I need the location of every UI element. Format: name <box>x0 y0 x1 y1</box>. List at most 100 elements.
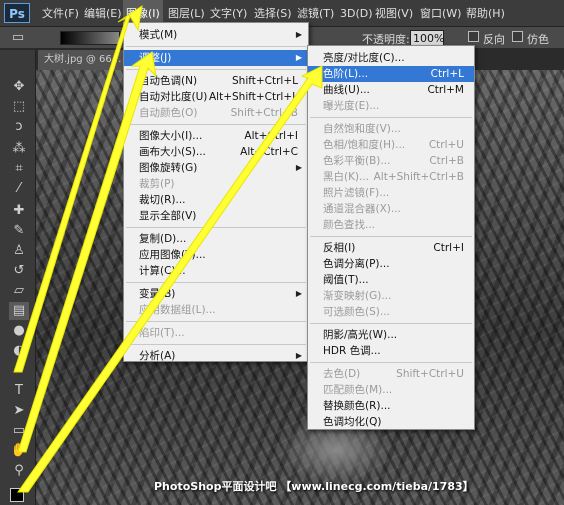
menu-item[interactable]: 自动对比度(U) Alt+Shift+Ctrl+L <box>124 89 308 105</box>
menu-7[interactable]: 3D(D) <box>340 0 373 27</box>
menu-item[interactable]: 色阶(L)... Ctrl+L <box>308 66 474 82</box>
eyedropper-tool-icon[interactable]: ⁄ <box>9 180 29 198</box>
move-tool-icon[interactable]: ✥ <box>9 78 29 96</box>
menu-item-shortcut: Alt+Ctrl+I <box>244 130 298 142</box>
document-tab[interactable]: 大树.jpg @ 66... <box>38 50 128 70</box>
dodge-tool-icon[interactable]: ◐ <box>9 342 29 360</box>
menu-1[interactable]: 编辑(E) <box>84 0 122 27</box>
hand-tool-icon[interactable]: ✋ <box>9 442 29 460</box>
menu-item-label: 自动对比度(U) <box>139 91 208 103</box>
blur-tool-icon[interactable]: ● <box>9 322 29 340</box>
gradient-picker[interactable] <box>60 31 120 45</box>
pen-tool-icon[interactable]: ✒ <box>9 362 29 380</box>
submenu-arrow-icon: ▶ <box>295 30 302 39</box>
menu-item-label: 曝光度(E)... <box>323 100 380 112</box>
menu-item: 色彩平衡(B)... Ctrl+B <box>308 153 474 169</box>
menu-item[interactable]: 曲线(U)... Ctrl+M <box>308 82 474 98</box>
menu-item-label: 色相/饱和度(H)... <box>323 139 406 151</box>
menu-item[interactable]: 变量(B) ▶ <box>124 286 308 302</box>
type-tool-icon[interactable]: T <box>9 382 29 400</box>
menu-item-label: 黑白(K)... <box>323 171 370 183</box>
foreground-color-swatch[interactable] <box>10 488 24 502</box>
menu-item[interactable]: 色调均化(Q) <box>308 414 474 430</box>
menu-item[interactable]: 应用图像(Y)... <box>124 247 308 263</box>
opacity-input[interactable]: 100% <box>410 30 444 46</box>
menu-item-label: 调整(J) <box>139 52 172 64</box>
menu-item[interactable]: 调整(J) ▶ <box>124 50 308 66</box>
lasso-tool-icon[interactable]: ↄ <box>9 118 29 136</box>
menu-item-label: 变量(B) <box>139 288 176 300</box>
dither-label: 仿色 <box>527 33 549 46</box>
brush-tool-icon[interactable]: ✎ <box>9 222 29 240</box>
menu-item[interactable]: 图像大小(I)... Alt+Ctrl+I <box>124 128 308 144</box>
menu-item: 应用数据组(L)... <box>124 302 308 318</box>
dither-checkbox[interactable] <box>512 31 523 42</box>
menu-separator <box>126 321 306 322</box>
menu-item[interactable]: 画布大小(S)... Alt+Ctrl+C <box>124 144 308 160</box>
history-brush-tool-icon[interactable]: ↺ <box>9 262 29 280</box>
menu-item: 裁剪(P) <box>124 176 308 192</box>
menu-item-label: 复制(D)... <box>139 233 187 245</box>
submenu-arrow-icon: ▶ <box>295 289 302 298</box>
menu-item-label: 可选颜色(S)... <box>323 306 390 318</box>
tools-panel: ✥ ⬚ ↄ ⁂ ⌗ ⁄ ✚ ✎ ♙ ↺ ▱ ▤ ● ◐ ✒ T ➤ ▭ ✋ ⚲ <box>0 50 36 505</box>
menu-item-shortcut: Alt+Shift+Ctrl+L <box>208 91 298 103</box>
menu-item[interactable]: 反相(I) Ctrl+I <box>308 240 474 256</box>
menu-item[interactable]: 模式(M) ▶ <box>124 27 308 43</box>
menu-item[interactable]: 显示全部(V) <box>124 208 308 224</box>
menu-separator <box>126 69 306 70</box>
menu-item[interactable]: 阴影/高光(W)... <box>308 327 474 343</box>
menu-item-label: 计算(C)... <box>139 265 186 277</box>
menu-8[interactable]: 视图(V) <box>375 0 413 27</box>
menu-item-label: 反相(I) <box>323 242 356 254</box>
menu-item: 色相/饱和度(H)... Ctrl+U <box>308 137 474 153</box>
submenu-arrow-icon: ▶ <box>295 163 302 172</box>
menu-item-shortcut: Ctrl+B <box>429 155 464 167</box>
eraser-tool-icon[interactable]: ▱ <box>9 282 29 300</box>
menu-separator <box>126 46 306 47</box>
menu-item-label: 阴影/高光(W)... <box>323 329 398 341</box>
zoom-tool-icon[interactable]: ⚲ <box>9 462 29 480</box>
gradient-tool-icon[interactable]: ▭ <box>8 29 28 47</box>
menu-item[interactable]: 图像旋转(G) ▶ <box>124 160 308 176</box>
menu-item: 自动颜色(O) Shift+Ctrl+B <box>124 105 308 121</box>
menu-item[interactable]: 自动色调(N) Shift+Ctrl+L <box>124 73 308 89</box>
menu-item[interactable]: 阈值(T)... <box>308 272 474 288</box>
menu-10[interactable]: 帮助(H) <box>466 0 505 27</box>
menu-separator <box>310 236 472 237</box>
menu-item-shortcut: Shift+Ctrl+L <box>232 75 298 87</box>
submenu-arrow-icon: ▶ <box>295 351 302 360</box>
menu-item-label: 裁剪(P) <box>139 178 175 190</box>
menu-item[interactable]: HDR 色调... <box>308 343 474 359</box>
quick-select-tool-icon[interactable]: ⁂ <box>9 140 29 158</box>
healing-brush-tool-icon[interactable]: ✚ <box>9 202 29 220</box>
menu-item[interactable]: 裁切(R)... <box>124 192 308 208</box>
menu-item[interactable]: 计算(C)... <box>124 263 308 279</box>
menu-item-shortcut: Ctrl+U <box>428 139 464 151</box>
menu-item-label: 替换颜色(R)... <box>323 400 391 412</box>
menu-item-label: HDR 色调... <box>323 345 381 357</box>
reverse-label: 反向 <box>483 33 505 46</box>
menu-separator <box>310 323 472 324</box>
marquee-tool-icon[interactable]: ⬚ <box>9 98 29 116</box>
adjustments-submenu: 亮度/对比度(C)... 色阶(L)... Ctrl+L 曲线(U)... Ctrl+M… <box>307 45 475 430</box>
menu-9[interactable]: 窗口(W) <box>420 0 461 27</box>
menu-item: 渐变映射(G)... <box>308 288 474 304</box>
menu-item[interactable]: 替换颜色(R)... <box>308 398 474 414</box>
menu-item-label: 自然饱和度(V)... <box>323 123 401 135</box>
reverse-checkbox[interactable] <box>468 31 479 42</box>
menu-item-label: 阈值(T)... <box>323 274 369 286</box>
menu-item[interactable]: 亮度/对比度(C)... <box>308 50 474 66</box>
menu-item[interactable]: 复制(D)... <box>124 231 308 247</box>
crop-tool-icon[interactable]: ⌗ <box>9 160 29 178</box>
menu-item-label: 应用图像(Y)... <box>139 249 206 261</box>
menu-item[interactable]: 色调分离(P)... <box>308 256 474 272</box>
path-selection-tool-icon[interactable]: ➤ <box>9 402 29 420</box>
menu-item[interactable]: 分析(A) ▶ <box>124 348 308 364</box>
menu-0[interactable]: 文件(F) <box>42 0 79 27</box>
shape-tool-icon[interactable]: ▭ <box>9 422 29 440</box>
clone-stamp-tool-icon[interactable]: ♙ <box>9 242 29 260</box>
gradient-tool-icon[interactable]: ▤ <box>9 302 29 320</box>
menu-item: 去色(D) Shift+Ctrl+U <box>308 366 474 382</box>
menu-item-label: 图像旋转(G) <box>139 162 198 174</box>
